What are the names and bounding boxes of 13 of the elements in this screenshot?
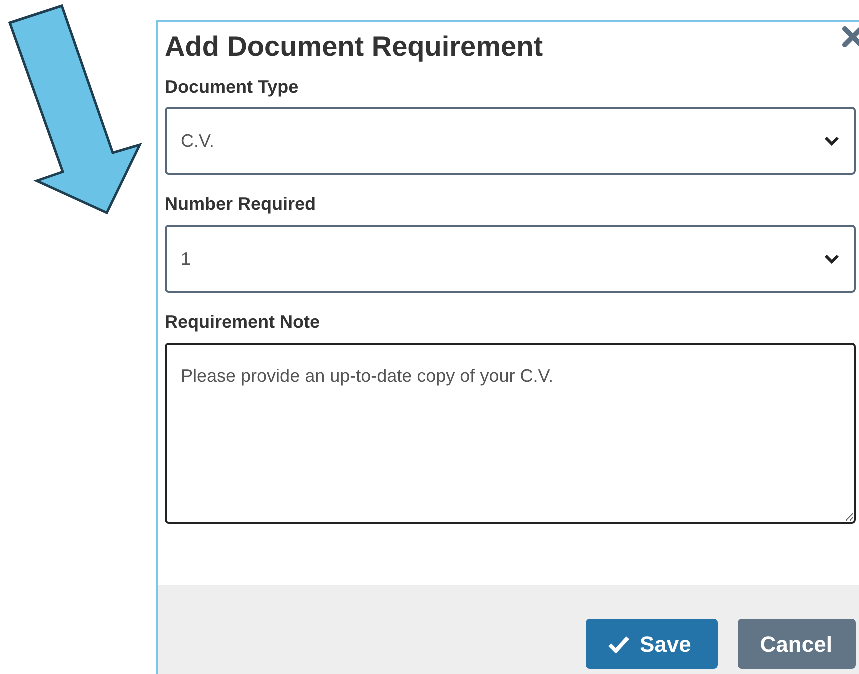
cancel-button[interactable]: Cancel xyxy=(738,619,856,669)
field-label: Requirement Note xyxy=(165,313,322,333)
field-label: Number Required xyxy=(165,195,318,216)
check-icon xyxy=(608,636,630,652)
field-label: Document Type xyxy=(165,78,300,98)
chevron-down-icon xyxy=(824,136,840,147)
dropdown-field[interactable]: C.V. xyxy=(165,107,856,176)
close-icon[interactable] xyxy=(842,26,859,48)
save-button[interactable]: Save xyxy=(586,619,718,669)
dialog-title: Add Document Requirement xyxy=(165,30,544,64)
chevron-down-icon xyxy=(824,254,840,265)
dropdown-field[interactable]: 1 xyxy=(165,225,856,294)
note-field[interactable]: Please provide an up-to-date copy of your C.V. xyxy=(165,342,856,524)
